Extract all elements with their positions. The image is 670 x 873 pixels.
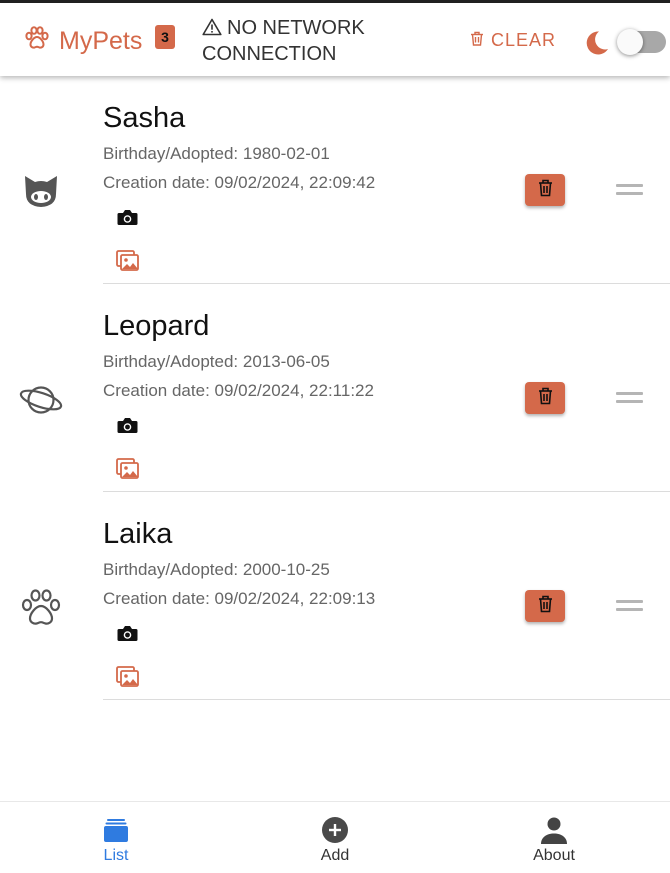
delete-button[interactable] [525, 174, 565, 206]
warning-icon [202, 18, 222, 42]
app-title: MyPets [59, 26, 143, 55]
pet-name: Laika [103, 518, 173, 550]
delete-button[interactable] [525, 590, 565, 622]
drag-handle-icon[interactable] [616, 184, 644, 196]
brand[interactable]: MyPets [24, 25, 142, 56]
nav-about-tab[interactable]: About [494, 816, 614, 865]
gallery-icon[interactable] [116, 458, 139, 479]
paw-logo-icon [24, 25, 50, 56]
network-status: NO NETWORK CONNECTION [202, 16, 402, 66]
app-bar: MyPets 3 NO NETWORK CONNECTION CLEAR [0, 3, 670, 76]
camera-icon[interactable] [117, 417, 138, 434]
clear-label: CLEAR [491, 30, 557, 50]
paw-icon [19, 586, 63, 630]
pet-list: Sasha Birthday/Adopted: 1980-02-01 Creat… [0, 76, 670, 700]
gallery-icon[interactable] [116, 666, 139, 687]
divider [103, 699, 670, 700]
drag-handle-icon[interactable] [616, 600, 644, 612]
bottom-navigation: List Add About [0, 801, 670, 873]
list-icon [56, 816, 176, 844]
pet-name: Sasha [103, 102, 186, 134]
network-status-text: NO NETWORK CONNECTION [202, 17, 365, 65]
pet-name: Leopard [103, 310, 210, 342]
camera-icon[interactable] [117, 625, 138, 642]
trash-icon [538, 179, 553, 202]
pet-list-item[interactable]: Sasha Birthday/Adopted: 1980-02-01 Creat… [0, 76, 670, 284]
github-cat-icon [19, 170, 63, 214]
nav-add-label: Add [320, 847, 350, 864]
camera-icon[interactable] [117, 209, 138, 226]
person-icon [494, 816, 614, 844]
delete-button[interactable] [525, 382, 565, 414]
planet-icon [19, 378, 63, 422]
pet-creation-date: Creation date: 09/02/2024, 22:09:13 [103, 589, 376, 608]
pet-birthday: Birthday/Adopted: 2000-10-25 [103, 560, 330, 579]
trash-icon [538, 387, 553, 410]
drag-handle-icon[interactable] [616, 392, 644, 404]
pet-birthday: Birthday/Adopted: 1980-02-01 [103, 144, 330, 163]
clear-button[interactable]: CLEAR [470, 30, 556, 51]
nav-list-tab[interactable]: List [56, 816, 176, 865]
pet-count-badge: 3 [155, 25, 175, 49]
dark-mode-toggle[interactable] [617, 29, 666, 55]
gallery-icon[interactable] [116, 250, 139, 271]
nav-add-tab[interactable]: Add [275, 816, 395, 865]
pet-creation-date: Creation date: 09/02/2024, 22:09:42 [103, 173, 376, 192]
pet-list-item[interactable]: Leopard Birthday/Adopted: 2013-06-05 Cre… [0, 284, 670, 492]
nav-list-label: List [103, 847, 129, 864]
trash-icon [470, 30, 491, 51]
add-circle-icon [275, 816, 395, 844]
toggle-knob [617, 29, 643, 55]
trash-icon [538, 595, 553, 618]
pet-birthday: Birthday/Adopted: 2013-06-05 [103, 352, 330, 371]
nav-about-label: About [533, 847, 575, 864]
pet-creation-date: Creation date: 09/02/2024, 22:11:22 [103, 381, 374, 400]
pet-list-item[interactable]: Laika Birthday/Adopted: 2000-10-25 Creat… [0, 492, 670, 700]
moon-icon [582, 29, 610, 57]
